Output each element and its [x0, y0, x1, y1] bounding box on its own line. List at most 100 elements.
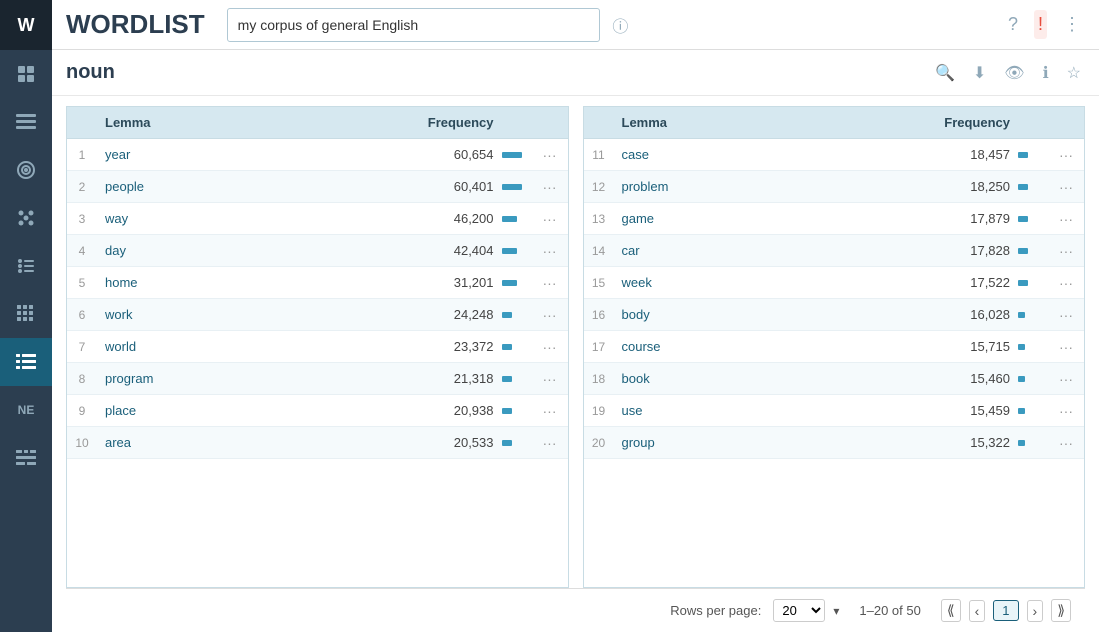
table-row[interactable]: 3 way 46,200 ···: [67, 203, 568, 235]
row-actions[interactable]: ···: [1048, 371, 1084, 387]
pagination-next[interactable]: ›: [1027, 600, 1044, 622]
table-row[interactable]: 11 case 18,457 ···: [584, 139, 1085, 171]
row-actions[interactable]: ···: [532, 339, 568, 355]
search-action-icon[interactable]: 🔍: [931, 59, 959, 87]
row-lemma[interactable]: game: [614, 203, 929, 234]
table-row[interactable]: 16 body 16,028 ···: [584, 299, 1085, 331]
table-row[interactable]: 7 world 23,372 ···: [67, 331, 568, 363]
alert-icon[interactable]: !: [1034, 10, 1047, 39]
sidebar-item-ne[interactable]: NE: [0, 386, 52, 434]
row-lemma[interactable]: world: [97, 331, 412, 362]
download-icon[interactable]: ⬇: [969, 59, 990, 87]
sidebar-item-home[interactable]: [0, 50, 52, 98]
row-bar: [1018, 216, 1048, 222]
table-row[interactable]: 10 area 20,533 ···: [67, 427, 568, 459]
sidebar-item-target[interactable]: [0, 146, 52, 194]
info-icon[interactable]: ℹ: [1039, 59, 1053, 87]
sidebar-item-grid[interactable]: [0, 290, 52, 338]
sidebar-item-wordlist[interactable]: [0, 338, 52, 386]
right-col-lemma: Lemma: [614, 107, 929, 138]
sidebar-item-collocations[interactable]: [0, 434, 52, 482]
row-actions[interactable]: ···: [532, 211, 568, 227]
table-row[interactable]: 8 program 21,318 ···: [67, 363, 568, 395]
row-actions[interactable]: ···: [532, 371, 568, 387]
row-actions[interactable]: ···: [532, 435, 568, 451]
list-icon: [15, 111, 37, 133]
row-lemma[interactable]: course: [614, 331, 929, 362]
row-actions[interactable]: ···: [532, 307, 568, 323]
table-row[interactable]: 13 game 17,879 ···: [584, 203, 1085, 235]
row-lemma[interactable]: group: [614, 427, 929, 458]
table-row[interactable]: 1 year 60,654 ···: [67, 139, 568, 171]
row-lemma[interactable]: area: [97, 427, 412, 458]
row-lemma[interactable]: week: [614, 267, 929, 298]
row-frequency: 20,533: [412, 427, 502, 458]
row-actions[interactable]: ···: [532, 403, 568, 419]
star-icon[interactable]: ☆: [1063, 59, 1085, 87]
table-row[interactable]: 6 work 24,248 ···: [67, 299, 568, 331]
table-row[interactable]: 17 course 15,715 ···: [584, 331, 1085, 363]
sidebar-item-nodes[interactable]: [0, 194, 52, 242]
row-lemma[interactable]: work: [97, 299, 412, 330]
table-row[interactable]: 18 book 15,460 ···: [584, 363, 1085, 395]
table-row[interactable]: 4 day 42,404 ···: [67, 235, 568, 267]
rows-per-page-label: Rows per page:: [670, 603, 761, 618]
row-num: 12: [584, 172, 614, 202]
pagination-first[interactable]: ⟪: [941, 599, 961, 622]
row-lemma[interactable]: day: [97, 235, 412, 266]
row-lemma[interactable]: place: [97, 395, 412, 426]
row-actions[interactable]: ···: [1048, 243, 1084, 259]
row-actions[interactable]: ···: [1048, 147, 1084, 163]
row-bar: [1018, 376, 1048, 382]
row-actions[interactable]: ···: [532, 179, 568, 195]
row-frequency: 17,522: [928, 267, 1018, 298]
pagination-current-page[interactable]: 1: [993, 600, 1018, 621]
row-lemma[interactable]: car: [614, 235, 929, 266]
table-row[interactable]: 15 week 17,522 ···: [584, 267, 1085, 299]
sidebar-item-list[interactable]: [0, 98, 52, 146]
pagination-prev[interactable]: ‹: [969, 600, 986, 622]
row-actions[interactable]: ···: [532, 147, 568, 163]
more-icon[interactable]: ⋮: [1059, 10, 1085, 39]
row-lemma[interactable]: body: [614, 299, 929, 330]
corpus-search-input[interactable]: [227, 8, 601, 42]
row-num: 3: [67, 204, 97, 234]
frequency-bar: [1018, 184, 1028, 190]
table-row[interactable]: 9 place 20,938 ···: [67, 395, 568, 427]
row-actions[interactable]: ···: [1048, 435, 1084, 451]
row-lemma[interactable]: year: [97, 139, 412, 170]
table-row[interactable]: 2 people 60,401 ···: [67, 171, 568, 203]
app-logo[interactable]: W: [0, 0, 52, 50]
eye-icon[interactable]: 👁: [1000, 59, 1028, 87]
rows-dropdown-arrow[interactable]: ▾: [833, 604, 839, 618]
row-actions[interactable]: ···: [1048, 403, 1084, 419]
table-row[interactable]: 20 group 15,322 ···: [584, 427, 1085, 459]
row-lemma[interactable]: case: [614, 139, 929, 170]
table-row[interactable]: 5 home 31,201 ···: [67, 267, 568, 299]
help-icon[interactable]: ?: [1004, 10, 1022, 39]
row-actions[interactable]: ···: [1048, 211, 1084, 227]
pagination-last[interactable]: ⟫: [1051, 599, 1071, 622]
row-actions[interactable]: ···: [1048, 307, 1084, 323]
row-lemma[interactable]: way: [97, 203, 412, 234]
table-row[interactable]: 12 problem 18,250 ···: [584, 171, 1085, 203]
row-lemma[interactable]: people: [97, 171, 412, 202]
rows-per-page-select[interactable]: 20 50 100: [773, 599, 825, 622]
row-lemma[interactable]: book: [614, 363, 929, 394]
sidebar-item-dotlist[interactable]: [0, 242, 52, 290]
row-lemma[interactable]: problem: [614, 171, 929, 202]
row-lemma[interactable]: program: [97, 363, 412, 394]
frequency-bar: [502, 280, 517, 286]
table-row[interactable]: 19 use 15,459 ···: [584, 395, 1085, 427]
row-lemma[interactable]: home: [97, 267, 412, 298]
corpus-info-icon[interactable]: ⓘ: [612, 13, 628, 37]
frequency-bar: [1018, 152, 1028, 158]
row-frequency: 17,828: [928, 235, 1018, 266]
row-actions[interactable]: ···: [532, 243, 568, 259]
row-actions[interactable]: ···: [1048, 275, 1084, 291]
row-lemma[interactable]: use: [614, 395, 929, 426]
row-actions[interactable]: ···: [1048, 179, 1084, 195]
table-row[interactable]: 14 car 17,828 ···: [584, 235, 1085, 267]
row-actions[interactable]: ···: [532, 275, 568, 291]
row-actions[interactable]: ···: [1048, 339, 1084, 355]
